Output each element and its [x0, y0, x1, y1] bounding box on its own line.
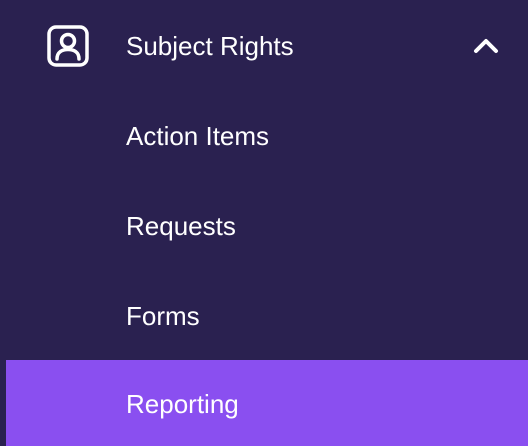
sidebar-item-label: Requests	[126, 211, 236, 241]
sidebar-item-action-items[interactable]: Action Items	[6, 92, 528, 180]
sidebar-item-reporting[interactable]: Reporting	[6, 360, 528, 446]
sidebar-item-label: Reporting	[126, 389, 239, 419]
user-profile-icon	[46, 24, 90, 68]
sidebar-item-forms[interactable]: Forms	[6, 272, 528, 360]
sidebar-item-label: Action Items	[126, 121, 270, 151]
sidebar-item-label: Forms	[126, 301, 200, 331]
sidebar-nav: Subject Rights Action Items Requests For…	[0, 0, 528, 446]
chevron-up-icon[interactable]	[472, 33, 500, 57]
subject-rights-label: Subject Rights	[126, 31, 294, 61]
sidebar-item-requests[interactable]: Requests	[6, 182, 528, 270]
subject-rights-group-header[interactable]: Subject Rights	[0, 0, 528, 92]
